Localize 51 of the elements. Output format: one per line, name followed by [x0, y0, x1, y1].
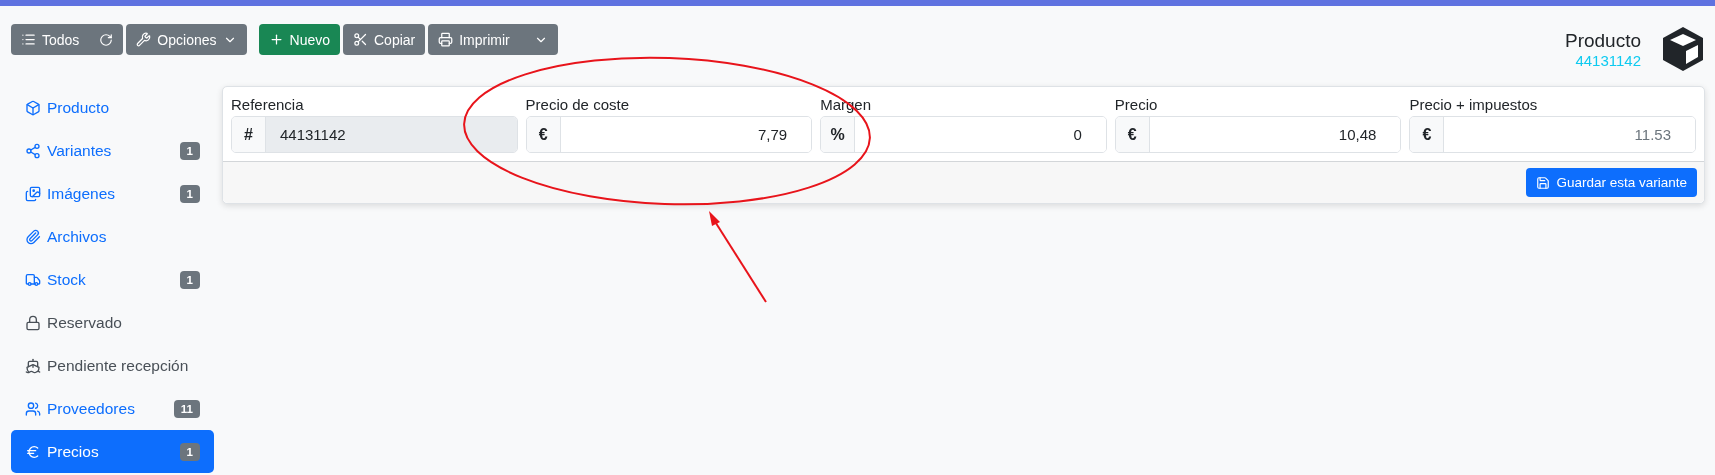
- sidebar-item[interactable]: Variantes 1: [11, 129, 214, 172]
- product-reference: 44131142: [1575, 51, 1641, 69]
- input-group[interactable]: # 44131142: [231, 116, 518, 153]
- nodes-icon: [25, 142, 41, 159]
- input-group[interactable]: € 7,79: [525, 116, 813, 153]
- toolbar-button[interactable]: Imprimir: [428, 24, 558, 55]
- input-addon: %: [821, 117, 856, 152]
- save-button[interactable]: Guardar esta variante: [1526, 168, 1697, 197]
- count-badge: 1: [179, 141, 200, 160]
- input-addon: €: [526, 117, 561, 152]
- ship-icon: [25, 357, 41, 374]
- paperclip-icon: [25, 228, 41, 245]
- field-label: Precio + impuestos: [1409, 96, 1539, 113]
- input-addon: €: [1410, 117, 1445, 152]
- scissors-icon: [353, 32, 368, 47]
- sidebar-item[interactable]: Stock 1: [11, 258, 214, 301]
- toolbar-button[interactable]: Copiar: [343, 24, 426, 55]
- plus-icon: [268, 32, 284, 47]
- field-label: Referencia: [231, 96, 305, 113]
- field-label: Precio de coste: [525, 96, 630, 113]
- images-icon: [25, 185, 41, 202]
- sidebar-item[interactable]: Proveedores 11: [11, 387, 214, 430]
- count-badge: 1: [179, 184, 200, 203]
- input-field[interactable]: 44131142: [266, 117, 517, 152]
- input-addon: #: [232, 117, 266, 152]
- save-icon: [1536, 175, 1551, 190]
- input-group[interactable]: % 0: [820, 116, 1107, 153]
- toolbar-button[interactable]: Opciones: [126, 24, 247, 55]
- sidebar-item[interactable]: Imágenes 1: [11, 172, 214, 215]
- page-title: Producto: [1564, 29, 1641, 52]
- list-icon: [21, 32, 36, 47]
- toolbar-button[interactable]: Nuevo: [258, 24, 340, 55]
- sidebar-item[interactable]: Archivos: [11, 215, 214, 258]
- count-badge: 1: [179, 270, 200, 289]
- euro-icon: [25, 443, 41, 460]
- input-addon: €: [1115, 117, 1150, 152]
- users-icon: [25, 400, 41, 417]
- lock-icon: [25, 314, 41, 331]
- printer-icon: [438, 32, 454, 47]
- input-group[interactable]: € 10,48: [1114, 116, 1402, 153]
- sidebar-item[interactable]: Producto: [11, 86, 214, 129]
- cart-icon: [25, 271, 41, 288]
- field-label: Precio: [1114, 96, 1159, 113]
- sidebar-item[interactable]: Precios 1: [11, 430, 214, 473]
- input-group[interactable]: € 11.53: [1409, 116, 1696, 153]
- box-icon: [1661, 26, 1705, 72]
- count-badge: 1: [179, 442, 200, 461]
- box-icon: [25, 99, 41, 116]
- toolbar-button[interactable]: Todos: [11, 24, 124, 55]
- count-badge: 11: [173, 399, 200, 418]
- wrench-icon: [136, 32, 152, 47]
